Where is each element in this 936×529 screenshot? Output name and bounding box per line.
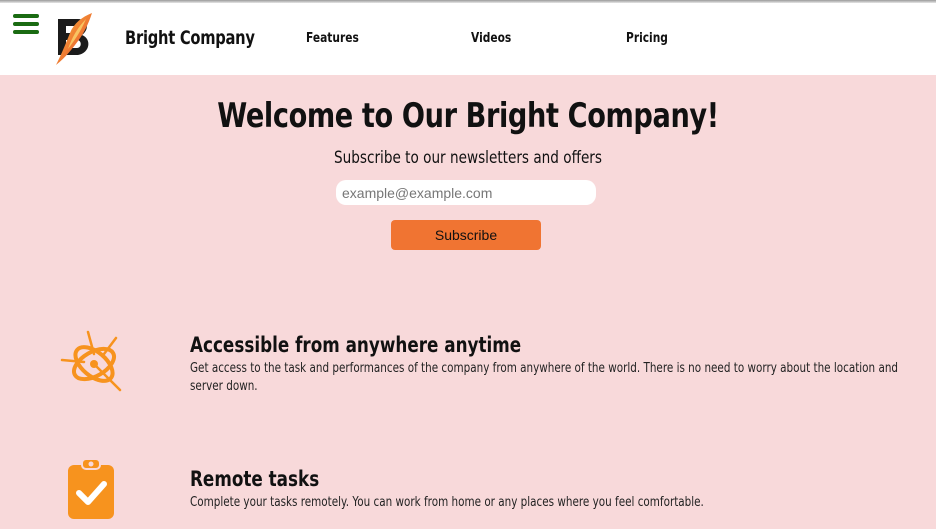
feature-title: Remote tasks — [190, 467, 320, 491]
brand-name[interactable]: Bright Company — [125, 27, 255, 49]
clipboard-check-icon — [68, 458, 114, 519]
hero-title: Welcome to Our Bright Company! — [217, 96, 719, 136]
nav-videos[interactable]: Videos — [471, 31, 511, 46]
hero-subtitle: Subscribe to our newsletters and offers — [334, 148, 602, 168]
site-header: Bright Company Features Videos Pricing — [0, 3, 936, 75]
hamburger-menu-icon[interactable] — [13, 14, 39, 34]
network-globe-icon — [60, 330, 122, 392]
feature-description: Complete your tasks remotely. You can wo… — [190, 495, 704, 510]
subscribe-button[interactable]: Subscribe — [391, 220, 541, 250]
company-logo[interactable] — [52, 11, 98, 67]
nav-pricing[interactable]: Pricing — [626, 31, 668, 46]
nav-features[interactable]: Features — [306, 31, 359, 46]
feature-title: Accessible from anywhere anytime — [190, 333, 522, 357]
email-input[interactable] — [336, 180, 596, 205]
feature-description: Get access to the task and performances … — [190, 361, 899, 394]
